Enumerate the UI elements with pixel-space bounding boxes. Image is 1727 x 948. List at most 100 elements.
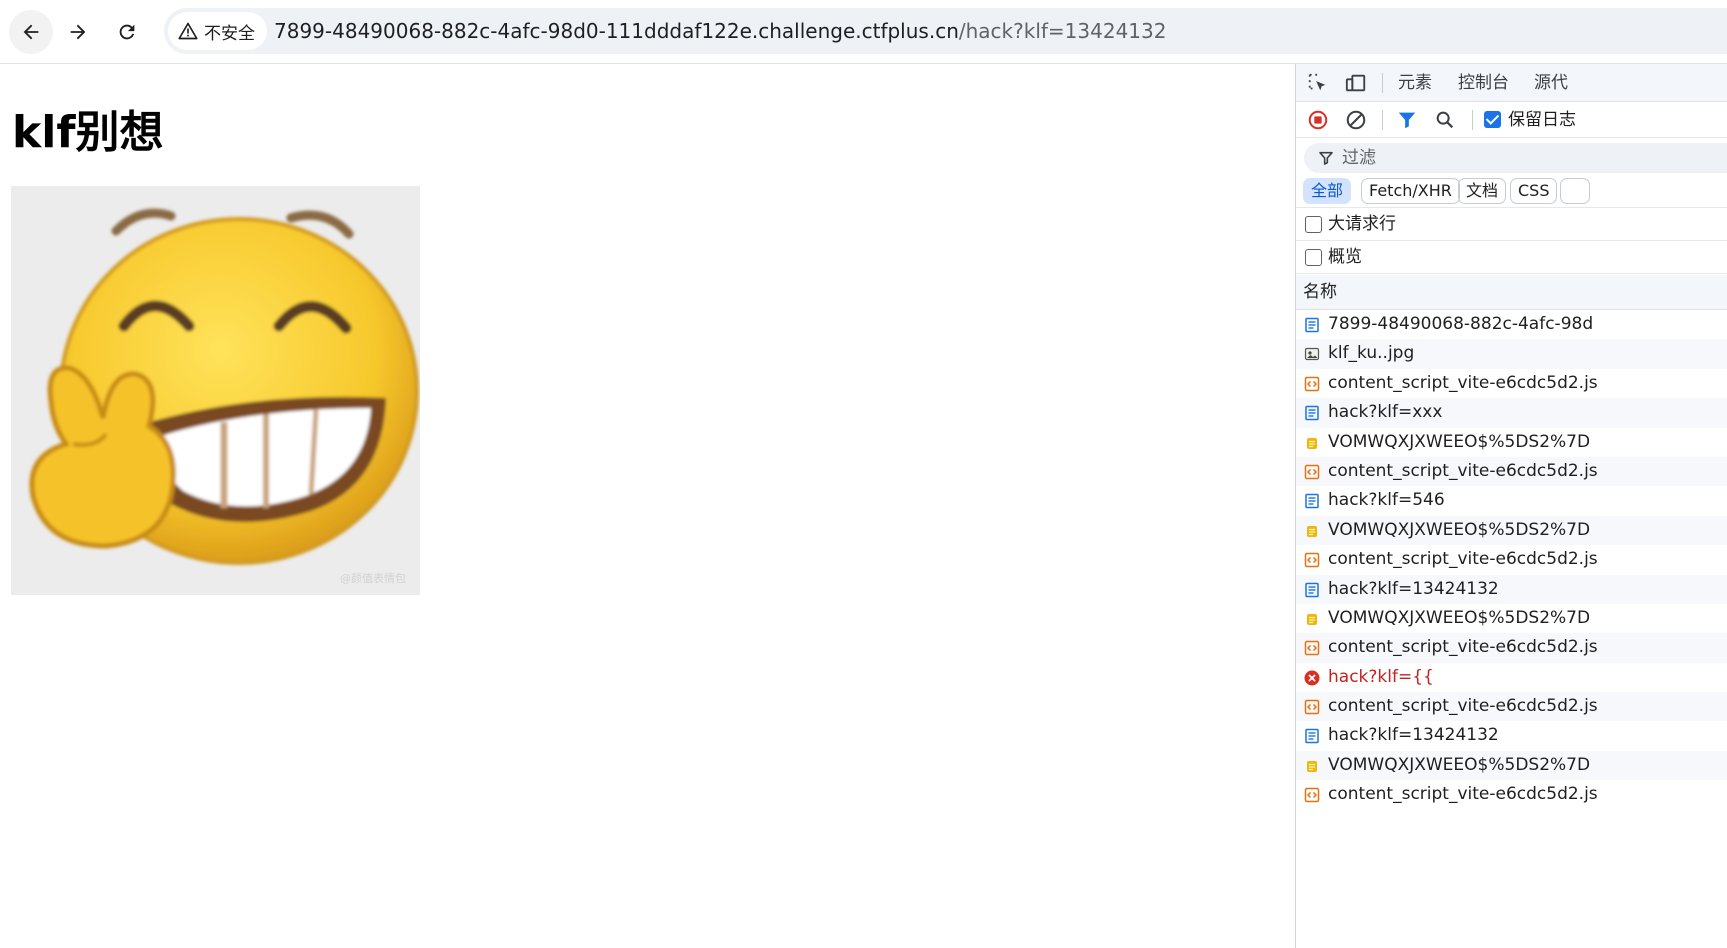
request-row[interactable]: hack?klf=xxx [1296,398,1727,428]
request-name: klf_ku..jpg [1328,343,1415,364]
record-stop-icon [1308,110,1328,130]
request-list: 7899-48490068-882c-4afc-98d klf_ku..jpgco… [1296,310,1727,810]
big-request-rows-option[interactable]: 大请求行 [1296,208,1727,241]
script-file-icon [1304,699,1320,715]
request-name: VOMWQXJXWEEO$%5DS2%7D [1328,754,1591,775]
address-bar[interactable]: 不安全 7899-48490068-882c-4afc-98d0-111ddda… [164,8,1727,54]
resource-type-filters: 全部 Fetch/XHR 文档 CSS [1296,174,1727,208]
search-icon [1436,111,1454,129]
type-filter-fetch-xhr[interactable]: Fetch/XHR [1361,178,1460,204]
error-icon [1304,670,1320,686]
name-column-label: 名称 [1303,282,1337,302]
image-file-icon [1304,346,1320,362]
request-name: hack?klf=13424132 [1328,578,1499,599]
request-row[interactable]: 7899-48490068-882c-4afc-98d [1296,310,1727,339]
type-filter-document[interactable]: 文档 [1458,178,1507,204]
request-name: content_script_vite-e6cdc5d2.js [1328,637,1598,658]
url-text[interactable]: 7899-48490068-882c-4afc-98d0-111dddaf122… [274,8,1166,54]
arrow-left-icon [23,24,39,40]
request-row[interactable]: content_script_vite-e6cdc5d2.js [1296,369,1727,398]
request-row[interactable]: hack?klf=13424132 [1296,574,1727,604]
tab-sources[interactable]: 源代 [1534,64,1568,102]
tab-console[interactable]: 控制台 [1458,64,1509,102]
toolbar-separator [1472,110,1473,130]
type-filter-more[interactable] [1560,178,1590,204]
request-row[interactable]: VOMWQXJXWEEO$%5DS2%7D [1296,428,1727,457]
script-file-icon [1304,640,1320,656]
clear-icon [1346,110,1366,130]
stop-recording-button[interactable] [1304,106,1332,134]
filter-row: 过滤 [1296,138,1727,176]
big-request-rows-label: 大请求行 [1328,214,1396,234]
devtools-tab-bar: 元素 控制台 源代 [1296,64,1727,102]
filter-placeholder: 过滤 [1342,148,1376,168]
request-row[interactable]: VOMWQXJXWEEO$%5DS2%7D [1296,750,1727,781]
reload-icon [119,24,135,40]
document-icon [1304,582,1320,598]
tab-elements[interactable]: 元素 [1398,64,1432,102]
warning-icon [178,22,198,40]
back-button[interactable] [9,10,53,54]
search-button[interactable] [1431,106,1459,134]
big-request-rows-checkbox[interactable] [1305,216,1322,233]
request-row[interactable]: content_script_vite-e6cdc5d2.js [1296,692,1727,722]
arrow-right-icon [70,24,86,40]
network-toolbar: 保留日志 [1296,102,1727,138]
preserve-log-checkbox[interactable] [1484,111,1501,128]
request-row[interactable]: content_script_vite-e6cdc5d2.js [1296,456,1727,487]
security-label: 不安全 [204,23,255,44]
browser-toolbar: 不安全 7899-48490068-882c-4afc-98d0-111ddda… [0,0,1727,64]
overview-checkbox[interactable] [1305,249,1322,266]
request-name: VOMWQXJXWEEO$%5DS2%7D [1328,519,1591,540]
request-row[interactable]: content_script_vite-e6cdc5d2.js [1296,633,1727,663]
device-toolbar-button[interactable] [1342,69,1370,97]
overview-label: 概览 [1328,247,1362,267]
device-icon [1345,74,1366,92]
request-name: VOMWQXJXWEEO$%5DS2%7D [1328,607,1591,628]
request-row[interactable]: VOMWQXJXWEEO$%5DS2%7D [1296,515,1727,546]
document-icon [1304,405,1320,421]
request-row[interactable]: hack?klf=13424132 [1296,721,1727,750]
request-row[interactable]: hack?klf={{ [1296,663,1727,692]
request-row[interactable]: content_script_vite-e6cdc5d2.js [1296,545,1727,574]
clear-button[interactable] [1342,106,1370,134]
request-row[interactable]: hack?klf=546 [1296,486,1727,515]
page-title: klf别想 [12,107,164,158]
request-name: content_script_vite-e6cdc5d2.js [1328,784,1598,805]
filter-input[interactable]: 过滤 [1304,143,1727,173]
manifest-file-icon [1304,758,1320,774]
devtools-panel: 元素 控制台 源代 保留日志 过滤 全部 Fetch/XHR 文档 CSS 大请… [1295,64,1727,948]
manifest-file-icon [1304,435,1320,451]
forward-button[interactable] [56,10,100,54]
request-row[interactable]: content_script_vite-e6cdc5d2.js [1296,780,1727,809]
inspect-element-button[interactable] [1304,69,1332,97]
request-name: hack?klf=546 [1328,490,1445,511]
funnel-icon [1398,112,1416,129]
manifest-file-icon [1304,611,1320,627]
request-name: hack?klf={{ [1328,666,1434,687]
manifest-file-icon [1304,523,1320,539]
request-name: content_script_vite-e6cdc5d2.js [1328,549,1598,570]
type-filter-css[interactable]: CSS [1510,178,1558,204]
url-path: /hack?klf=13424132 [958,19,1167,43]
document-icon [1304,493,1320,509]
laughing-emoji-image: @颜值表情包 [11,186,420,595]
name-column-header[interactable]: 名称 [1296,275,1727,310]
request-name: content_script_vite-e6cdc5d2.js [1328,372,1598,393]
security-indicator[interactable]: 不安全 [168,12,267,50]
reload-button[interactable] [105,10,149,54]
request-row[interactable]: VOMWQXJXWEEO$%5DS2%7D [1296,604,1727,633]
document-icon [1304,317,1320,333]
preserve-log-label: 保留日志 [1508,110,1576,130]
request-name: hack?klf=xxx [1328,402,1443,423]
request-row[interactable]: klf_ku..jpg [1296,339,1727,369]
document-icon [1304,728,1320,744]
funnel-outline-icon [1319,151,1333,165]
tab-separator [1382,73,1383,93]
type-filter-all[interactable]: 全部 [1303,178,1352,204]
request-name: content_script_vite-e6cdc5d2.js [1328,460,1598,481]
filter-button[interactable] [1393,106,1421,134]
script-file-icon [1304,376,1320,392]
overview-option[interactable]: 概览 [1296,241,1727,274]
request-name: VOMWQXJXWEEO$%5DS2%7D [1328,431,1591,452]
